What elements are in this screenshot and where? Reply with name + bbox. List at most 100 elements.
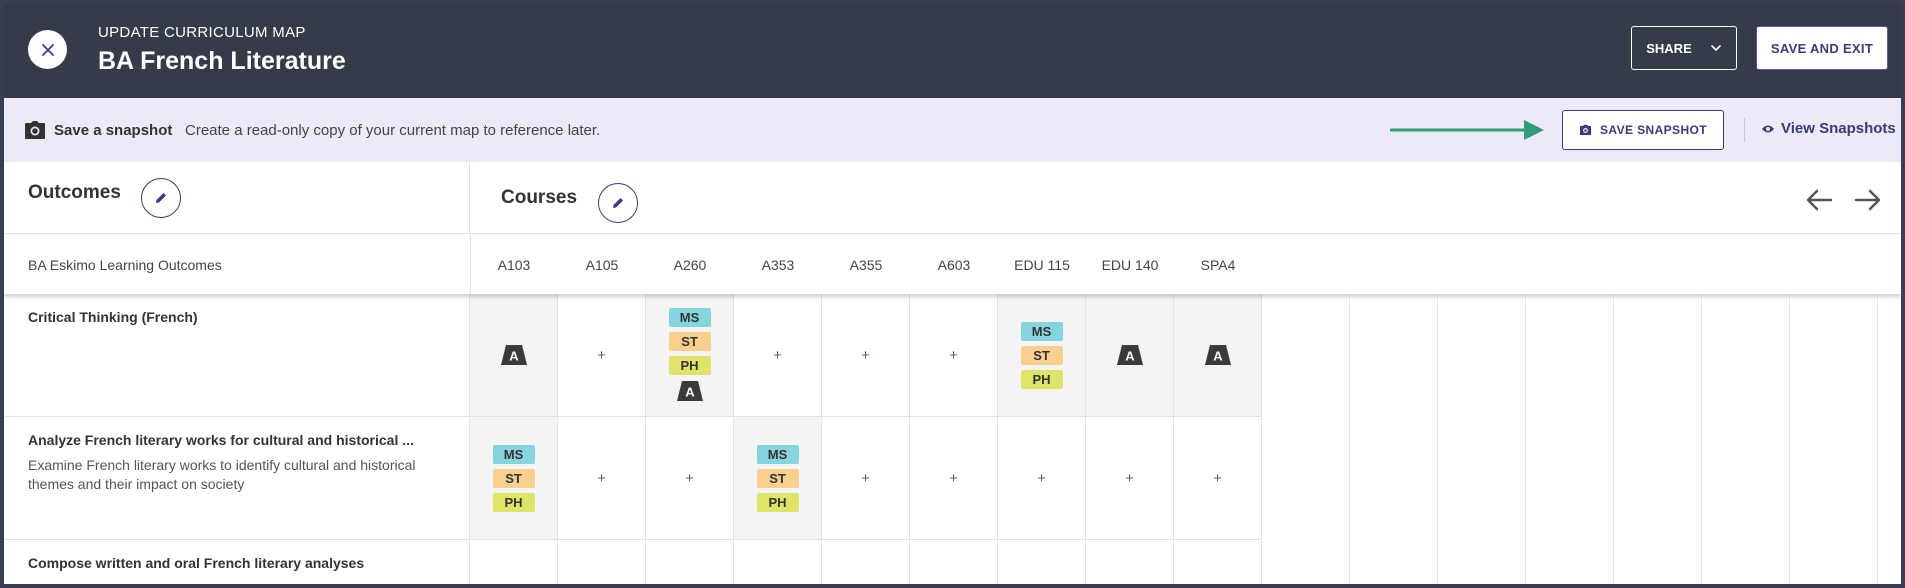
add-mapping-icon[interactable]: + [949,470,958,487]
add-mapping-icon[interactable]: + [949,347,958,364]
tag-ms: MS [1020,321,1063,341]
tag-ph: PH [756,492,799,512]
mapping-cell[interactable]: A [1174,294,1262,417]
assessment-badge-icon: A [500,345,527,365]
outcomes-header: Outcomes [4,162,470,234]
mapping-cell[interactable]: MS ST PH A [646,294,734,417]
camera-icon [25,121,45,139]
course-column-label[interactable]: SPA4 [1174,257,1262,273]
svg-text:A: A [1125,349,1135,364]
eye-icon [1762,125,1774,132]
app-header: UPDATE CURRICULUM MAP BA French Literatu… [4,4,1901,98]
mapping-cell[interactable]: MS ST PH [734,417,822,540]
add-mapping-icon[interactable]: + [685,470,694,487]
add-mapping-icon[interactable]: + [1125,470,1134,487]
outcome-row-label[interactable]: Critical Thinking (French) [4,294,470,417]
view-snapshots-link[interactable]: View Snapshots [1761,120,1896,137]
course-column-label[interactable]: A260 [646,257,734,273]
annotation-arrow-icon [1390,120,1544,140]
add-mapping-icon[interactable]: + [597,347,606,364]
curriculum-map-window: UPDATE CURRICULUM MAP BA French Literatu… [4,4,1901,584]
mapping-cell[interactable]: + [910,417,998,540]
course-column-label[interactable]: A103 [470,257,558,273]
save-and-exit-button[interactable]: SAVE AND EXIT [1756,26,1888,70]
mapping-cell[interactable]: + [910,294,998,417]
snapshot-description: Create a read-only copy of your current … [185,122,601,139]
edit-outcomes-button[interactable] [141,178,181,218]
mapping-cell[interactable]: + [822,417,910,540]
share-button[interactable]: SHARE [1631,26,1737,70]
pencil-icon [156,193,166,203]
mapping-cell[interactable]: + [998,417,1086,540]
mapping-cell[interactable] [646,540,734,584]
mapping-cell[interactable]: MS ST PH [470,417,558,540]
course-column-header-row: BA Eskimo Learning Outcomes A103 A105 A260… [4,234,1901,294]
add-mapping-icon[interactable]: + [1213,470,1222,487]
outcomes-title: Outcomes [28,182,121,203]
add-mapping-icon[interactable]: + [861,347,870,364]
outcome-row-label[interactable]: Compose written and oral French literary… [4,540,470,584]
camera-icon [1580,124,1591,135]
close-button[interactable] [28,30,67,69]
mapping-cell[interactable]: + [1086,417,1174,540]
empty-column [1614,294,1702,584]
mapping-cell[interactable] [470,540,558,584]
course-column-label[interactable]: EDU 140 [1086,257,1174,273]
course-column-label[interactable]: A105 [558,257,646,273]
curriculum-grid: Critical Thinking (French) A + MS ST PH A + + + MS… [4,294,1901,584]
mapping-cell[interactable] [558,540,646,584]
tag-st: ST [668,332,711,351]
empty-column [1790,294,1878,584]
mapping-cell[interactable]: A [1086,294,1174,417]
edit-courses-button[interactable] [598,183,638,223]
svg-text:A: A [685,385,695,400]
course-column-label[interactable]: A353 [734,257,822,273]
svg-text:A: A [1213,349,1223,364]
share-button-label: SHARE [1646,40,1692,56]
view-snapshots-label: View Snapshots [1781,120,1896,137]
outcome-description: Examine French literary works to identif… [28,457,416,492]
tag-ms: MS [668,308,711,327]
course-column-label[interactable]: A603 [910,257,998,273]
outcome-row-label[interactable]: Analyze French literary works for cultur… [4,417,470,540]
close-icon [41,43,54,56]
assessment-badge-icon: A [1204,345,1231,365]
course-column-label[interactable]: EDU 115 [998,257,1086,273]
mapping-cell[interactable]: + [646,417,734,540]
mapping-cell[interactable]: MS ST PH [998,294,1086,417]
mapping-cell[interactable]: + [1174,417,1262,540]
save-snapshot-button[interactable]: SAVE SNAPSHOT [1562,110,1724,150]
tag-ms: MS [492,444,535,464]
outcome-title: Critical Thinking (French) [28,309,198,325]
page-subtitle: UPDATE CURRICULUM MAP [98,24,306,41]
courses-header: Courses [470,162,1901,234]
empty-column [1262,294,1350,584]
course-column-label[interactable]: A355 [822,257,910,273]
outcome-title: Analyze French literary works for cultur… [28,432,414,448]
mapping-cell[interactable] [910,540,998,584]
outcome-title: Compose written and oral French literary… [28,555,365,571]
mapping-cell[interactable]: A [470,294,558,417]
tag-ph: PH [492,492,535,512]
chevron-down-icon [1710,45,1721,52]
mapping-cell[interactable]: + [558,417,646,540]
pencil-icon [613,198,623,208]
tag-ph: PH [1020,369,1063,389]
empty-column [1438,294,1526,584]
arrow-left-icon[interactable] [1805,188,1833,212]
tag-st: ST [492,468,535,488]
mapping-cell[interactable] [998,540,1086,584]
mapping-cell[interactable] [1086,540,1174,584]
mapping-cell[interactable]: + [558,294,646,417]
add-mapping-icon[interactable]: + [773,347,782,364]
mapping-cell[interactable]: + [734,294,822,417]
mapping-cell[interactable] [822,540,910,584]
mapping-cell[interactable] [1174,540,1262,584]
add-mapping-icon[interactable]: + [861,470,870,487]
mapping-cell[interactable] [734,540,822,584]
mapping-cell[interactable]: + [822,294,910,417]
arrow-right-icon[interactable] [1854,188,1882,212]
add-mapping-icon[interactable]: + [1037,470,1046,487]
add-mapping-icon[interactable]: + [597,470,606,487]
tag-ph: PH [668,356,711,375]
